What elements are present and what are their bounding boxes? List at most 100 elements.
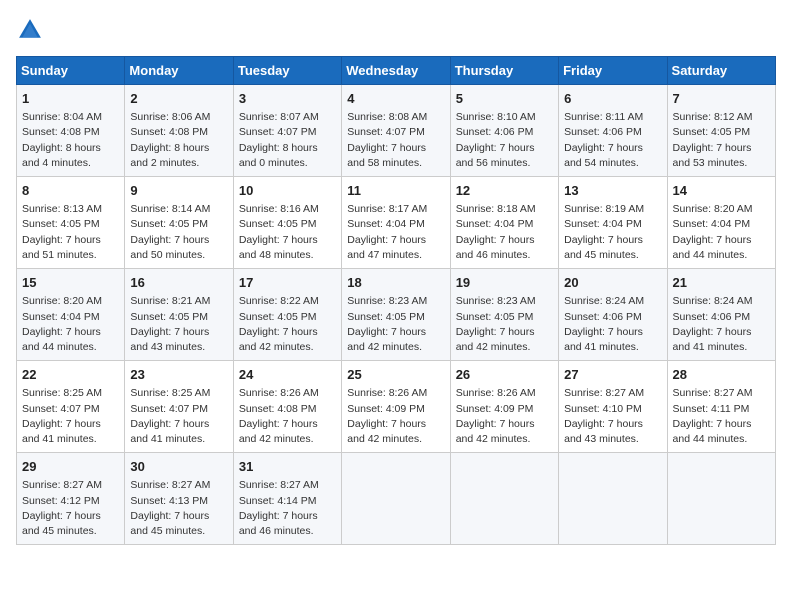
day-number: 8 bbox=[22, 182, 119, 200]
day-number: 27 bbox=[564, 366, 661, 384]
logo-icon bbox=[16, 16, 44, 44]
day-info: Sunrise: 8:19 AMSunset: 4:04 PMDaylight:… bbox=[564, 202, 661, 263]
day-info: Sunrise: 8:13 AMSunset: 4:05 PMDaylight:… bbox=[22, 202, 119, 263]
day-info: Sunrise: 8:27 AMSunset: 4:10 PMDaylight:… bbox=[564, 386, 661, 447]
day-info: Sunrise: 8:21 AMSunset: 4:05 PMDaylight:… bbox=[130, 294, 227, 355]
calendar-cell: 31Sunrise: 8:27 AMSunset: 4:14 PMDayligh… bbox=[233, 453, 341, 545]
day-info: Sunrise: 8:06 AMSunset: 4:08 PMDaylight:… bbox=[130, 110, 227, 171]
calendar-cell: 27 Sunrise: 8:27 AMSunset: 4:10 PMDayligh… bbox=[559, 361, 667, 453]
calendar-cell: 30 Sunrise: 8:27 AMSunset: 4:13 PMDayligh… bbox=[125, 453, 233, 545]
calendar-cell: 13 Sunrise: 8:19 AMSunset: 4:04 PMDayligh… bbox=[559, 177, 667, 269]
day-number: 28 bbox=[673, 366, 770, 384]
day-number: 25 bbox=[347, 366, 444, 384]
calendar-cell: 22 Sunrise: 8:25 AMSunset: 4:07 PMDayligh… bbox=[17, 361, 125, 453]
day-number: 4 bbox=[347, 90, 444, 108]
day-info: Sunrise: 8:11 AMSunset: 4:06 PMDaylight:… bbox=[564, 110, 661, 171]
day-number: 9 bbox=[130, 182, 227, 200]
day-number: 12 bbox=[456, 182, 553, 200]
day-info: Sunrise: 8:20 AMSunset: 4:04 PMDaylight:… bbox=[673, 202, 770, 263]
day-number: 11 bbox=[347, 182, 444, 200]
day-number: 24 bbox=[239, 366, 336, 384]
calendar-cell: 6 Sunrise: 8:11 AMSunset: 4:06 PMDaylight… bbox=[559, 85, 667, 177]
day-info: Sunrise: 8:26 AMSunset: 4:08 PMDaylight:… bbox=[239, 386, 336, 447]
weekday-header: Thursday bbox=[450, 57, 558, 85]
weekday-header: Sunday bbox=[17, 57, 125, 85]
day-number: 7 bbox=[673, 90, 770, 108]
calendar-cell bbox=[450, 453, 558, 545]
day-info: Sunrise: 8:22 AMSunset: 4:05 PMDaylight:… bbox=[239, 294, 336, 355]
day-info: Sunrise: 8:27 AMSunset: 4:11 PMDaylight:… bbox=[673, 386, 770, 447]
day-info: Sunrise: 8:27 AMSunset: 4:13 PMDaylight:… bbox=[130, 478, 227, 539]
calendar-week-row: 29 Sunrise: 8:27 AMSunset: 4:12 PMDayligh… bbox=[17, 453, 776, 545]
calendar-week-row: 15 Sunrise: 8:20 AMSunset: 4:04 PMDayligh… bbox=[17, 269, 776, 361]
day-number: 29 bbox=[22, 458, 119, 476]
calendar-table: SundayMondayTuesdayWednesdayThursdayFrid… bbox=[16, 56, 776, 545]
day-number: 10 bbox=[239, 182, 336, 200]
weekday-header: Friday bbox=[559, 57, 667, 85]
day-number: 20 bbox=[564, 274, 661, 292]
day-info: Sunrise: 8:07 AMSunset: 4:07 PMDaylight:… bbox=[239, 110, 336, 171]
calendar-cell: 3 Sunrise: 8:07 AMSunset: 4:07 PMDaylight… bbox=[233, 85, 341, 177]
calendar-cell bbox=[559, 453, 667, 545]
day-info: Sunrise: 8:27 AMSunset: 4:12 PMDaylight:… bbox=[22, 478, 119, 539]
calendar-cell: 18 Sunrise: 8:23 AMSunset: 4:05 PMDayligh… bbox=[342, 269, 450, 361]
day-info: Sunrise: 8:18 AMSunset: 4:04 PMDaylight:… bbox=[456, 202, 553, 263]
calendar-week-row: 8 Sunrise: 8:13 AMSunset: 4:05 PMDaylight… bbox=[17, 177, 776, 269]
day-info: Sunrise: 8:24 AMSunset: 4:06 PMDaylight:… bbox=[673, 294, 770, 355]
calendar-cell: 11Sunrise: 8:17 AMSunset: 4:04 PMDayligh… bbox=[342, 177, 450, 269]
calendar-cell: 17 Sunrise: 8:22 AMSunset: 4:05 PMDayligh… bbox=[233, 269, 341, 361]
calendar-cell: 5 Sunrise: 8:10 AMSunset: 4:06 PMDaylight… bbox=[450, 85, 558, 177]
calendar-cell: 28 Sunrise: 8:27 AMSunset: 4:11 PMDayligh… bbox=[667, 361, 775, 453]
day-number: 16 bbox=[130, 274, 227, 292]
day-info: Sunrise: 8:04 AMSunset: 4:08 PMDaylight:… bbox=[22, 110, 119, 171]
calendar-body: 1 Sunrise: 8:04 AMSunset: 4:08 PMDaylight… bbox=[17, 85, 776, 545]
day-number: 1 bbox=[22, 90, 119, 108]
day-info: Sunrise: 8:16 AMSunset: 4:05 PMDaylight:… bbox=[239, 202, 336, 263]
calendar-cell: 16 Sunrise: 8:21 AMSunset: 4:05 PMDayligh… bbox=[125, 269, 233, 361]
day-number: 2 bbox=[130, 90, 227, 108]
day-info: Sunrise: 8:23 AMSunset: 4:05 PMDaylight:… bbox=[456, 294, 553, 355]
calendar-cell: 10 Sunrise: 8:16 AMSunset: 4:05 PMDayligh… bbox=[233, 177, 341, 269]
day-info: Sunrise: 8:14 AMSunset: 4:05 PMDaylight:… bbox=[130, 202, 227, 263]
calendar-cell: 8 Sunrise: 8:13 AMSunset: 4:05 PMDaylight… bbox=[17, 177, 125, 269]
day-info: Sunrise: 8:20 AMSunset: 4:04 PMDaylight:… bbox=[22, 294, 119, 355]
calendar-cell bbox=[342, 453, 450, 545]
calendar-cell: 21 Sunrise: 8:24 AMSunset: 4:06 PMDayligh… bbox=[667, 269, 775, 361]
day-info: Sunrise: 8:25 AMSunset: 4:07 PMDaylight:… bbox=[130, 386, 227, 447]
calendar-cell: 7 Sunrise: 8:12 AMSunset: 4:05 PMDaylight… bbox=[667, 85, 775, 177]
day-number: 26 bbox=[456, 366, 553, 384]
day-number: 30 bbox=[130, 458, 227, 476]
day-number: 17 bbox=[239, 274, 336, 292]
day-info: Sunrise: 8:23 AMSunset: 4:05 PMDaylight:… bbox=[347, 294, 444, 355]
day-number: 18 bbox=[347, 274, 444, 292]
calendar-cell: 26 Sunrise: 8:26 AMSunset: 4:09 PMDayligh… bbox=[450, 361, 558, 453]
calendar-cell: 4Sunrise: 8:08 AMSunset: 4:07 PMDaylight… bbox=[342, 85, 450, 177]
day-number: 21 bbox=[673, 274, 770, 292]
day-number: 19 bbox=[456, 274, 553, 292]
weekday-header: Monday bbox=[125, 57, 233, 85]
calendar-header: SundayMondayTuesdayWednesdayThursdayFrid… bbox=[17, 57, 776, 85]
day-number: 14 bbox=[673, 182, 770, 200]
day-number: 13 bbox=[564, 182, 661, 200]
calendar-cell: 24 Sunrise: 8:26 AMSunset: 4:08 PMDayligh… bbox=[233, 361, 341, 453]
calendar-cell: 9 Sunrise: 8:14 AMSunset: 4:05 PMDaylight… bbox=[125, 177, 233, 269]
day-number: 5 bbox=[456, 90, 553, 108]
day-info: Sunrise: 8:12 AMSunset: 4:05 PMDaylight:… bbox=[673, 110, 770, 171]
calendar-cell: 15 Sunrise: 8:20 AMSunset: 4:04 PMDayligh… bbox=[17, 269, 125, 361]
day-number: 6 bbox=[564, 90, 661, 108]
day-number: 3 bbox=[239, 90, 336, 108]
calendar-cell: 19 Sunrise: 8:23 AMSunset: 4:05 PMDayligh… bbox=[450, 269, 558, 361]
calendar-week-row: 22 Sunrise: 8:25 AMSunset: 4:07 PMDayligh… bbox=[17, 361, 776, 453]
day-info: Sunrise: 8:26 AMSunset: 4:09 PMDaylight:… bbox=[456, 386, 553, 447]
day-info: Sunrise: 8:10 AMSunset: 4:06 PMDaylight:… bbox=[456, 110, 553, 171]
page-header bbox=[16, 16, 776, 44]
weekday-header: Tuesday bbox=[233, 57, 341, 85]
calendar-cell: 23 Sunrise: 8:25 AMSunset: 4:07 PMDayligh… bbox=[125, 361, 233, 453]
day-number: 22 bbox=[22, 366, 119, 384]
day-info: Sunrise: 8:24 AMSunset: 4:06 PMDaylight:… bbox=[564, 294, 661, 355]
day-number: 23 bbox=[130, 366, 227, 384]
day-info: Sunrise: 8:25 AMSunset: 4:07 PMDaylight:… bbox=[22, 386, 119, 447]
weekday-header: Saturday bbox=[667, 57, 775, 85]
day-number: 15 bbox=[22, 274, 119, 292]
calendar-week-row: 1 Sunrise: 8:04 AMSunset: 4:08 PMDaylight… bbox=[17, 85, 776, 177]
